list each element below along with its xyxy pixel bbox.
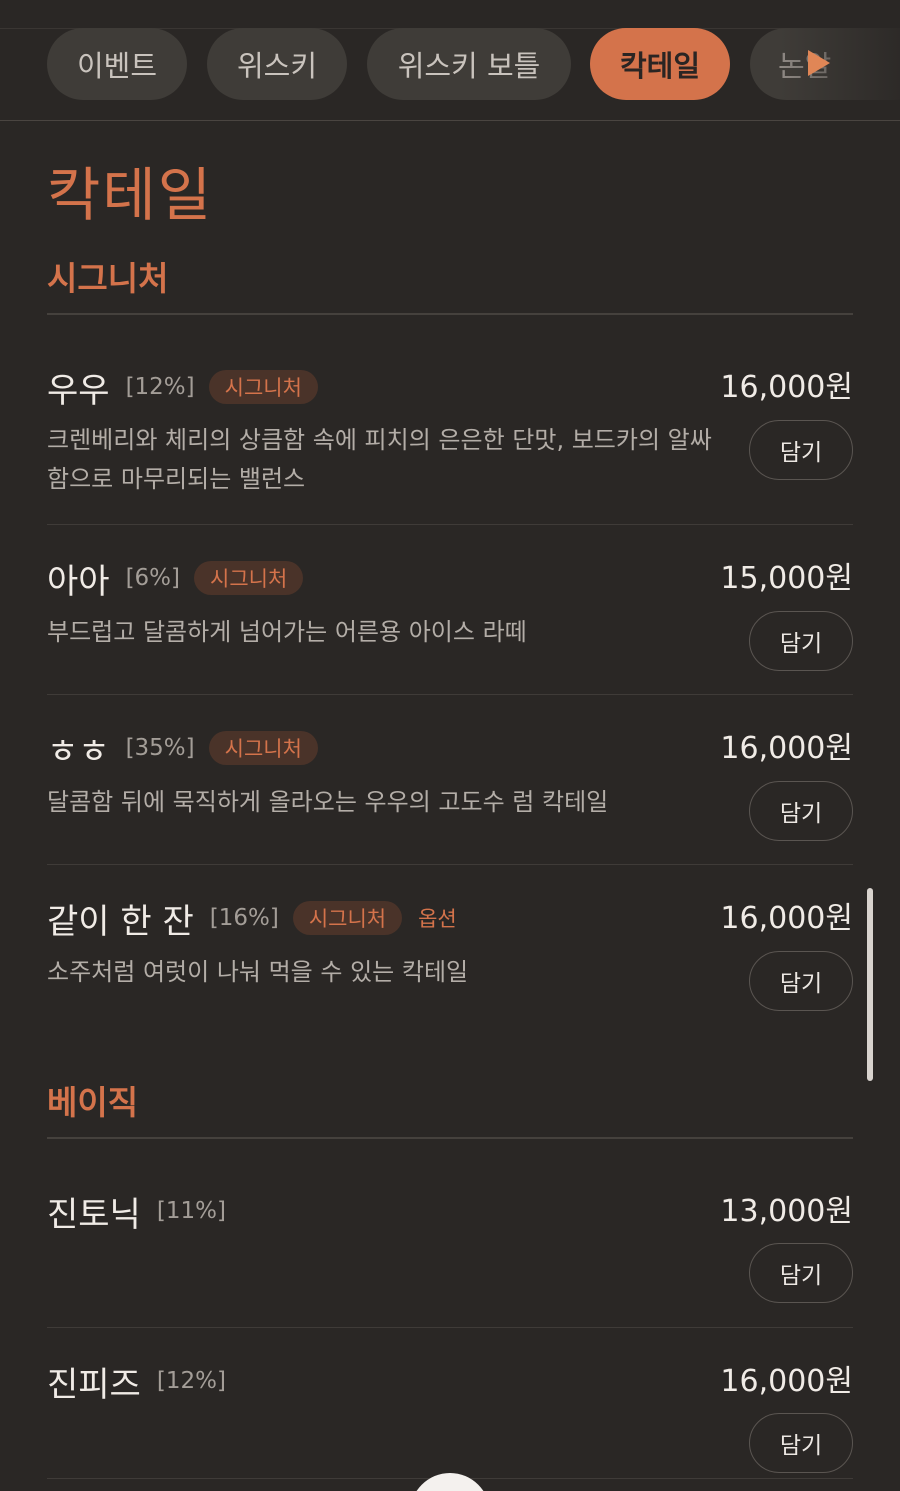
add-to-cart-button[interactable]: 담기	[749, 1413, 853, 1473]
signature-badge: 시그니처	[292, 901, 403, 935]
status-area	[0, 0, 900, 29]
item-abv: [12%]	[156, 1368, 226, 1394]
menu-item-name-row: ㅎㅎ [35%] 시그니처	[47, 723, 318, 773]
add-to-cart-button[interactable]: 담기	[749, 781, 853, 841]
item-name: 진토닉	[47, 1194, 141, 1235]
section-title-signature: 시그니처	[47, 259, 169, 298]
item-divider	[47, 864, 853, 865]
section-divider	[47, 1137, 853, 1139]
item-abv: [12%]	[125, 374, 195, 400]
add-to-cart-button[interactable]: 담기	[749, 951, 853, 1011]
tab-cocktail[interactable]: 칵테일	[590, 28, 730, 100]
item-price: 13,000원	[720, 1194, 853, 1229]
item-price: 16,000원	[720, 1364, 853, 1399]
item-description: 부드럽고 달콤하게 넘어가는 어른용 아이스 라떼	[47, 618, 527, 646]
item-divider	[47, 524, 853, 525]
scroll-right-arrow-icon[interactable]	[806, 48, 850, 80]
add-to-cart-button[interactable]: 담기	[749, 1243, 853, 1303]
menu-item-name-row: 진토닉 [11%]	[47, 1186, 226, 1236]
signature-badge: 시그니처	[208, 370, 318, 404]
item-description: 소주처럼 여럿이 나눠 먹을 수 있는 칵테일	[47, 958, 469, 986]
item-abv: [6%]	[125, 565, 180, 591]
item-price: 15,000원	[720, 561, 853, 596]
section-divider	[47, 313, 853, 315]
item-divider	[47, 1327, 853, 1328]
floating-cart-button[interactable]	[410, 1473, 490, 1491]
item-abv: [35%]	[125, 735, 195, 761]
category-tab-bar[interactable]: 이벤트 위스키 위스키 보틀 칵테일 논알	[0, 28, 900, 121]
item-name: 우우	[47, 370, 110, 411]
item-abv: [11%]	[156, 1198, 226, 1224]
menu-item-name-row: 아아 [6%] 시그니처	[47, 553, 304, 603]
menu-item-name-row: 우우 [12%] 시그니처	[47, 362, 318, 412]
item-price: 16,000원	[720, 901, 853, 936]
item-price: 16,000원	[720, 731, 853, 766]
item-name: 진피즈	[47, 1364, 141, 1405]
tab-whisky[interactable]: 위스키	[207, 28, 347, 100]
menu-item-name-row: 진피즈 [12%]	[47, 1356, 226, 1406]
add-to-cart-button[interactable]: 담기	[749, 611, 853, 671]
item-description: 달콤함 뒤에 묵직하게 올라오는 우우의 고도수 럼 칵테일	[47, 788, 609, 816]
menu-item-name-row: 같이 한 잔 [16%] 시그니처 옵션	[47, 893, 457, 943]
page-title: 칵테일	[47, 161, 214, 229]
signature-badge: 시그니처	[208, 731, 318, 765]
option-label: 옵션	[418, 907, 457, 931]
tab-whisky-bottle[interactable]: 위스키 보틀	[367, 28, 571, 100]
item-name: 같이 한 잔	[47, 901, 194, 942]
item-divider	[47, 694, 853, 695]
scrollbar[interactable]	[867, 888, 873, 1081]
item-description: 크렌베리와 체리의 상큼함 속에 피치의 은은한 단맛, 보드카의 알싸함으로 …	[47, 426, 712, 493]
item-abv: [16%]	[209, 905, 279, 931]
section-title-basic: 베이직	[47, 1083, 139, 1122]
signature-badge: 시그니처	[194, 561, 304, 595]
item-name: 아아	[47, 561, 110, 602]
tab-event[interactable]: 이벤트	[47, 28, 187, 100]
item-price: 16,000원	[720, 370, 853, 405]
item-name: ㅎㅎ	[47, 731, 110, 772]
add-to-cart-button[interactable]: 담기	[749, 420, 853, 480]
